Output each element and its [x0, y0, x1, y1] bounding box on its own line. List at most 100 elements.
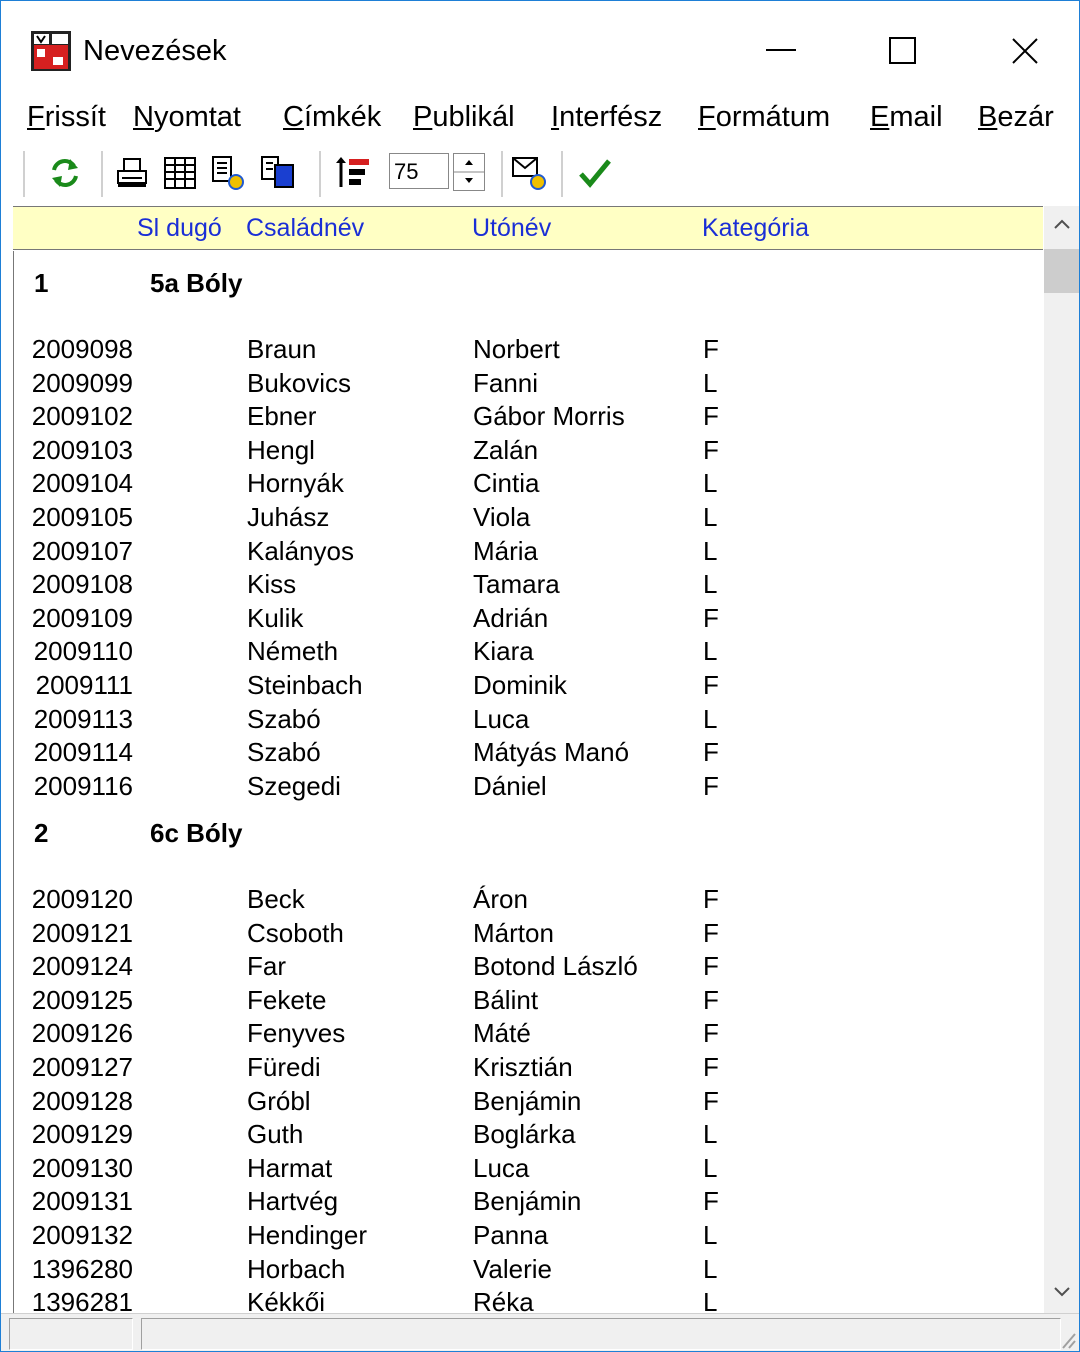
- menu-interfesz[interactable]: Interfész: [551, 99, 662, 135]
- table-button[interactable]: [161, 153, 199, 193]
- scrollbar-thumb[interactable]: [1044, 249, 1079, 293]
- entry-lastname: Juhász: [247, 502, 330, 532]
- email-icon: [512, 157, 546, 190]
- table-row[interactable]: 2009125 Fekete Bálint F: [14, 984, 1044, 1016]
- table-row[interactable]: 2009109 Kulik Adrián F: [14, 602, 1044, 634]
- entry-category: F: [703, 434, 719, 465]
- entry-id: 2009102: [31, 401, 133, 432]
- check-icon: [579, 159, 611, 188]
- report-list[interactable]: 1 5a Bóly 2009098 Braun Norbert F 2009099 Bukov…: [13, 251, 1044, 1313]
- table-row[interactable]: 2009104 Hornyák Cintia L: [14, 467, 1044, 499]
- table-row[interactable]: 2009127 Füredi Krisztián F: [14, 1051, 1044, 1083]
- entry-firstname: Réka: [473, 1287, 534, 1313]
- export-button[interactable]: [209, 153, 247, 193]
- entry-category: L: [703, 569, 718, 600]
- entry-id: 2009128: [31, 1085, 133, 1116]
- entry-category: F: [703, 737, 719, 768]
- table-row[interactable]: 2009131 Hartvég Benjámin F: [14, 1185, 1044, 1217]
- toolbar-separator: [501, 151, 504, 197]
- entry-category: L: [703, 502, 718, 532]
- entry-category: L: [703, 1253, 718, 1284]
- entry-lastname: Steinbach: [247, 670, 363, 700]
- table-row[interactable]: 2009103 Hengl Zalán F: [14, 434, 1044, 466]
- toolbar-separator: [319, 151, 322, 197]
- entry-id: 2009132: [31, 1220, 133, 1250]
- table-row[interactable]: 2009130 Harmat Luca L: [14, 1152, 1044, 1184]
- column-category[interactable]: Kategória: [702, 213, 809, 243]
- table-row[interactable]: 1396281 Kékkői Réka L: [14, 1286, 1044, 1313]
- table-row[interactable]: 2009116 Szegedi Dániel F: [14, 770, 1044, 802]
- entry-lastname: Szabó: [247, 737, 321, 768]
- confirm-button[interactable]: [575, 153, 615, 193]
- entry-id: 2009116: [33, 770, 133, 801]
- table-row[interactable]: 2009128 Gróbl Benjámin F: [14, 1085, 1044, 1117]
- entry-id: 2009127: [31, 1052, 133, 1082]
- vertical-scrollbar[interactable]: [1044, 206, 1079, 1313]
- sort-button[interactable]: [333, 153, 375, 193]
- close-button[interactable]: [985, 19, 1065, 83]
- resize-grip-icon[interactable]: [1061, 1328, 1077, 1350]
- menu-publikal[interactable]: Publikál: [413, 99, 515, 135]
- entry-lastname: Braun: [247, 334, 317, 364]
- column-firstname[interactable]: Utónév: [472, 213, 551, 243]
- maximize-button[interactable]: [863, 19, 943, 83]
- entry-firstname: Dániel: [473, 770, 547, 801]
- menu-frissit[interactable]: Frissít: [27, 99, 106, 135]
- menu-cimkek[interactable]: Címkék: [283, 99, 381, 135]
- status-pane-2: [141, 1318, 1061, 1350]
- table-row[interactable]: 2009105 Juhász Viola L: [14, 501, 1044, 533]
- scroll-down-icon[interactable]: [1053, 1286, 1071, 1298]
- table-row[interactable]: 2009124 Far Botond László F: [14, 950, 1044, 982]
- entry-firstname: Botond László: [473, 951, 638, 982]
- table-row[interactable]: 2009121 Csoboth Márton F: [14, 917, 1044, 949]
- table-row[interactable]: 2009098 Braun Norbert F: [14, 333, 1044, 365]
- table-row[interactable]: 2009126 Fenyves Máté F: [14, 1017, 1044, 1049]
- table-row[interactable]: 2009132 Hendinger Panna L: [14, 1219, 1044, 1251]
- refresh-button[interactable]: [45, 153, 85, 193]
- spinner-arrows-icon: [454, 160, 484, 183]
- toolbar-separator: [23, 151, 26, 197]
- menu-formatum[interactable]: Formátum: [698, 99, 830, 135]
- table-row[interactable]: 2009099 Bukovics Fanni L: [14, 367, 1044, 399]
- menu-bezar[interactable]: Bezár: [978, 99, 1054, 135]
- table-row[interactable]: 2009110 Németh Kiara L: [14, 635, 1044, 667]
- table-row[interactable]: 2009113 Szabó Luca L: [14, 703, 1044, 735]
- table-row[interactable]: 2009108 Kiss Tamara L: [14, 568, 1044, 600]
- minimize-button[interactable]: [741, 19, 821, 83]
- print-button[interactable]: [113, 153, 151, 193]
- entry-firstname: Valerie: [473, 1253, 553, 1284]
- column-lastname[interactable]: Családnév: [246, 213, 364, 243]
- entry-category: L: [703, 367, 718, 398]
- entry-lastname: Füredi: [247, 1052, 321, 1082]
- entry-category: F: [703, 401, 719, 432]
- entry-lastname: Hendinger: [247, 1220, 367, 1250]
- table-row[interactable]: 1396280 Horbach Valerie L: [14, 1253, 1044, 1285]
- scroll-up-icon[interactable]: [1053, 218, 1071, 230]
- entry-firstname: Panna: [473, 1220, 549, 1250]
- menu-nyomtat[interactable]: Nyomtat: [133, 99, 241, 135]
- entry-id: 2009098: [31, 334, 133, 364]
- entry-lastname: Ebner: [247, 401, 317, 432]
- copy-button[interactable]: [257, 153, 299, 193]
- entry-lastname: Németh: [247, 636, 339, 667]
- table-row[interactable]: 2009102 Ebner Gábor Morris F: [14, 400, 1044, 432]
- zoom-spinner[interactable]: [453, 153, 485, 191]
- entry-firstname: Tamara: [473, 569, 560, 600]
- table-row[interactable]: 2009107 Kalányos Mária L: [14, 535, 1044, 567]
- entry-category: L: [703, 1152, 718, 1183]
- table-row[interactable]: 2009114 Szabó Mátyás Manó F: [14, 736, 1044, 768]
- table-row[interactable]: 2009129 Guth Boglárka L: [14, 1118, 1044, 1150]
- entry-firstname: Luca: [473, 703, 530, 734]
- entry-lastname: Kiss: [247, 569, 297, 600]
- entry-lastname: Gróbl: [247, 1085, 311, 1116]
- entry-category: F: [703, 1018, 719, 1049]
- table-row[interactable]: 2009111 Steinbach Dominik F: [14, 669, 1044, 701]
- title-bar[interactable]: Nevezések: [1, 1, 1079, 85]
- zoom-input[interactable]: 75: [389, 153, 449, 189]
- menu-email[interactable]: Email: [870, 99, 943, 135]
- table-row[interactable]: 2009120 Beck Áron F: [14, 883, 1044, 915]
- table-icon: [164, 157, 196, 189]
- entry-id: 2009129: [31, 1119, 133, 1150]
- email-button[interactable]: [509, 153, 551, 193]
- column-id[interactable]: Sl dugó: [137, 213, 222, 243]
